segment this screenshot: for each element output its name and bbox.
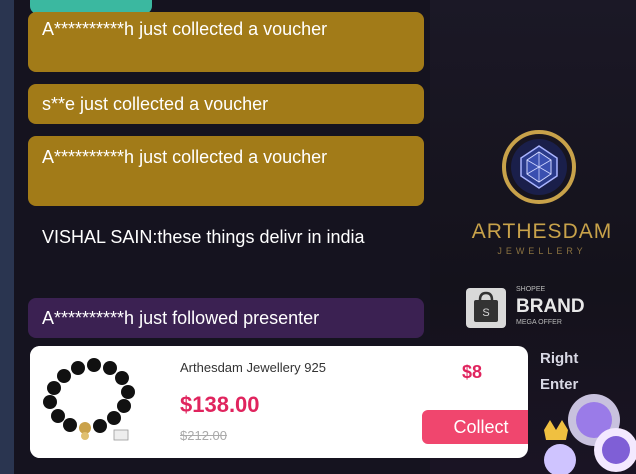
product-info: Arthesdam Jewellery 925 $138.00 $212.00 … <box>180 346 528 458</box>
shopping-bag-icon: S <box>466 288 506 328</box>
bracelet-thumbnail-icon <box>43 358 135 441</box>
product-price: $138.00 <box>180 392 260 417</box>
product-name: Arthesdam Jewellery 925 <box>180 360 326 375</box>
product-original-price: $212.00 <box>180 428 227 443</box>
product-thumbnail[interactable] <box>30 346 170 458</box>
svg-text:S: S <box>482 307 489 319</box>
chat-message-follow: A**********h just followed presenter <box>28 298 424 338</box>
voucher-amount: $8 <box>462 362 483 382</box>
collect-button[interactable]: Collect <box>422 410 528 444</box>
chat-message-voucher: s**e just collected a voucher <box>28 84 424 124</box>
badge-top-label: SHOPEE <box>516 286 546 293</box>
badge-bottom-label: MEGA OFFER <box>516 319 562 326</box>
screen-edge <box>0 0 14 474</box>
viewer-avatar-icon[interactable] <box>530 390 636 474</box>
chat-message-comment: VISHAL SAIN:these things delivr in india <box>42 227 365 247</box>
diamond-logo-icon <box>502 130 576 204</box>
brand-subtitle: JEWELLERY <box>497 246 587 256</box>
brand-badge: BRAND <box>516 296 585 317</box>
chat-message-voucher: A**********h just collected a voucher <box>28 136 424 206</box>
side-label-right: Right <box>540 350 579 367</box>
brand-name: ARTHESDAM <box>471 220 613 243</box>
chat-message-voucher: A**********h just collected a voucher <box>28 12 424 72</box>
product-card[interactable]: Arthesdam Jewellery 925 $138.00 $212.00 … <box>30 346 528 458</box>
